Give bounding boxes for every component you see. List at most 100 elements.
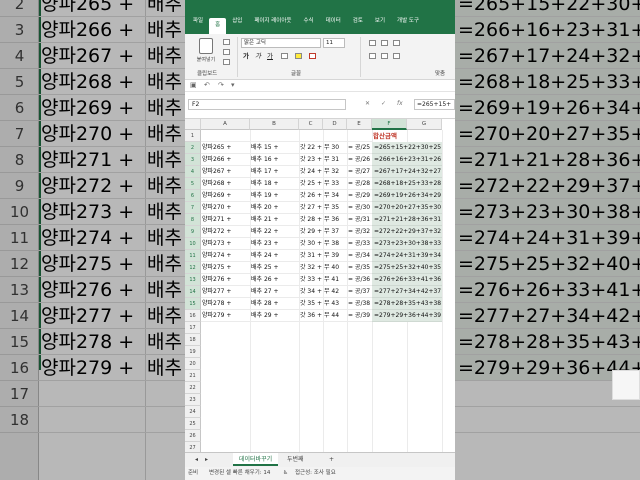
column-header-F[interactable]: F: [372, 119, 407, 130]
cell-e[interactable]: = 공/36: [347, 274, 372, 286]
cell-d[interactable]: 무 41: [323, 274, 347, 286]
cell-c[interactable]: 갓 22 +: [299, 142, 323, 154]
cell-c[interactable]: 갓 35 +: [299, 298, 323, 310]
row-header[interactable]: 7: [185, 202, 201, 214]
row-header[interactable]: 24: [185, 406, 201, 418]
column-header-G[interactable]: G: [407, 119, 442, 130]
row-header[interactable]: 22: [185, 382, 201, 394]
enter-icon[interactable]: ✓: [381, 100, 386, 107]
cell-a[interactable]: 양파269 +: [201, 190, 250, 202]
cell-a[interactable]: 양파268 +: [201, 178, 250, 190]
row-header[interactable]: 18: [185, 334, 201, 346]
cell-d[interactable]: 무 32: [323, 166, 347, 178]
fx-icon[interactable]: fx: [397, 100, 403, 107]
row-header[interactable]: 14: [185, 286, 201, 298]
row-header[interactable]: 1: [185, 130, 201, 142]
cell-b[interactable]: [250, 130, 299, 142]
font-size-select[interactable]: 11: [323, 38, 345, 48]
cell-d[interactable]: 무 40: [323, 262, 347, 274]
cell-c[interactable]: 갓 24 +: [299, 166, 323, 178]
cell-d[interactable]: 무 36: [323, 214, 347, 226]
cell-b[interactable]: 배추 15 +: [250, 142, 299, 154]
cell-c[interactable]: [299, 130, 323, 142]
formula-cell[interactable]: =267+17+24+32+27: [372, 166, 442, 178]
name-box[interactable]: F2: [188, 99, 346, 110]
cell-e[interactable]: = 공/34: [347, 250, 372, 262]
font-name-select[interactable]: 맑은 고딕: [241, 38, 321, 48]
cell-c[interactable]: 갓 32 +: [299, 262, 323, 274]
cell-e[interactable]: = 공/35: [347, 262, 372, 274]
cell-a[interactable]: 양파266 +: [201, 154, 250, 166]
row-header[interactable]: 2: [185, 142, 201, 154]
cell-d[interactable]: 무 43: [323, 298, 347, 310]
cell-c[interactable]: 갓 27 +: [299, 202, 323, 214]
cell-e[interactable]: = 공/30: [347, 202, 372, 214]
cell-b[interactable]: 배추 24 +: [250, 250, 299, 262]
cell-d[interactable]: 무 31: [323, 154, 347, 166]
worksheet-grid[interactable]: 합산금액 A B C D E F G 1 2 양파265 + 배추 15 + 갓 22 + 무 30 = …: [185, 118, 455, 466]
formula-cell[interactable]: =268+18+25+33+28: [372, 178, 442, 190]
cell-d[interactable]: 무 37: [323, 226, 347, 238]
scroll-right-icon[interactable]: ▸: [199, 453, 214, 466]
tab-1[interactable]: 홈: [209, 18, 227, 34]
cell-c[interactable]: 갓 33 +: [299, 274, 323, 286]
tab-0[interactable]: 파일: [187, 14, 209, 28]
tab-3[interactable]: 페이지 레이아웃: [248, 14, 297, 28]
row-header[interactable]: 9: [185, 226, 201, 238]
cell-b[interactable]: 배추 19 +: [250, 190, 299, 202]
cell-c[interactable]: 갓 23 +: [299, 154, 323, 166]
add-sheet-button[interactable]: +: [323, 453, 340, 466]
row-header[interactable]: 4: [185, 166, 201, 178]
cell-a[interactable]: [201, 130, 250, 142]
cell-b[interactable]: 배추 22 +: [250, 226, 299, 238]
column-header-C[interactable]: C: [299, 119, 323, 130]
cell-c[interactable]: 갓 31 +: [299, 250, 323, 262]
row-header[interactable]: 21: [185, 370, 201, 382]
cell-a[interactable]: 양파267 +: [201, 166, 250, 178]
cell-e[interactable]: = 공/26: [347, 154, 372, 166]
cell-c[interactable]: 갓 28 +: [299, 214, 323, 226]
copy-icon[interactable]: [223, 49, 230, 55]
align-top-icon[interactable]: [369, 40, 376, 46]
cell-c[interactable]: 갓 26 +: [299, 190, 323, 202]
cell-a[interactable]: 양파274 +: [201, 250, 250, 262]
tab-6[interactable]: 검토: [347, 14, 369, 28]
align-center-icon[interactable]: [381, 53, 388, 59]
cell-b[interactable]: 배추 18 +: [250, 178, 299, 190]
cell-b[interactable]: 배추 17 +: [250, 166, 299, 178]
wrap-text-icon[interactable]: [393, 40, 400, 46]
italic-button[interactable]: 가: [253, 51, 263, 61]
cell-a[interactable]: 양파276 +: [201, 274, 250, 286]
formula-cell[interactable]: =279+29+36+44+39: [372, 310, 442, 322]
cell-c[interactable]: 갓 25 +: [299, 178, 323, 190]
cell-e[interactable]: = 공/31: [347, 214, 372, 226]
cell-a[interactable]: 양파273 +: [201, 238, 250, 250]
formula-cell[interactable]: =277+27+34+42+37: [372, 286, 442, 298]
formula-cell[interactable]: =278+28+35+43+38: [372, 298, 442, 310]
cell-b[interactable]: 배추 27 +: [250, 286, 299, 298]
sheet-tab-1[interactable]: 두번째: [281, 453, 310, 466]
cell-a[interactable]: 양파265 +: [201, 142, 250, 154]
fill-color-icon[interactable]: [295, 53, 302, 59]
cell-e[interactable]: = 공/28: [347, 178, 372, 190]
cell-b[interactable]: 배추 20 +: [250, 202, 299, 214]
cell-e[interactable]: = 공/27: [347, 166, 372, 178]
align-middle-icon[interactable]: [381, 40, 388, 46]
cell-d[interactable]: [323, 130, 347, 142]
paste-button[interactable]: 붙여넣기: [191, 38, 221, 68]
formula-cell[interactable]: =271+21+28+36+31: [372, 214, 442, 226]
cell-a[interactable]: 양파272 +: [201, 226, 250, 238]
format-painter-icon[interactable]: [223, 59, 230, 65]
column-header-A[interactable]: A: [201, 119, 250, 130]
tab-7[interactable]: 보기: [369, 14, 391, 28]
tab-4[interactable]: 수식: [297, 14, 319, 28]
cell-e[interactable]: [347, 130, 372, 142]
row-header[interactable]: 5: [185, 178, 201, 190]
cell-b[interactable]: 배추 26 +: [250, 274, 299, 286]
row-header[interactable]: 8: [185, 214, 201, 226]
tab-5[interactable]: 데이터: [320, 14, 347, 28]
cell-e[interactable]: = 공/32: [347, 226, 372, 238]
row-header[interactable]: 17: [185, 322, 201, 334]
column-header-E[interactable]: E: [347, 119, 372, 130]
row-header[interactable]: 3: [185, 154, 201, 166]
